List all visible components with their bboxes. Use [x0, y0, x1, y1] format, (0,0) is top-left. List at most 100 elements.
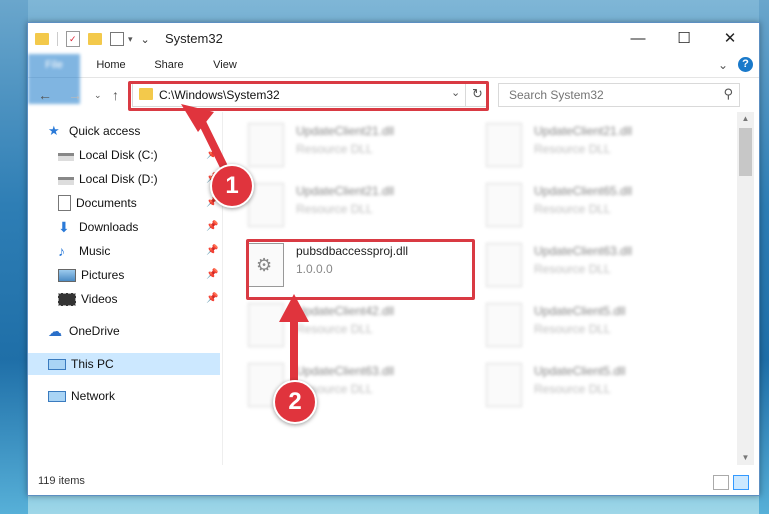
sidebar-item-label: Videos — [81, 292, 118, 306]
folder-icon[interactable] — [35, 33, 49, 45]
file-description: Resource DLL — [534, 262, 611, 276]
file-item[interactable]: UpdateClient5.dll Resource DLL — [486, 301, 696, 351]
pin-icon[interactable]: 📌 — [206, 245, 218, 256]
recent-locations-icon[interactable]: ⌄ — [94, 90, 102, 101]
sidebar-item-onedrive[interactable]: ☁ OneDrive — [48, 320, 120, 342]
up-arrow-icon[interactable]: ↑ — [112, 87, 119, 103]
new-folder-icon[interactable] — [88, 33, 102, 45]
sidebar-item-label: Network — [71, 389, 116, 403]
file-description: Resource DLL — [534, 382, 611, 396]
download-icon: ⬇ — [58, 219, 70, 235]
sidebar-item-network[interactable]: Network — [48, 385, 115, 407]
navigation-pane: ★ Quick access Local Disk (C:) 📌 Local D… — [28, 112, 223, 465]
computer-icon — [48, 359, 66, 370]
window-title: System32 — [165, 31, 223, 46]
sidebar-item-quick-access[interactable]: ★ Quick access — [48, 120, 140, 142]
file-description: Resource DLL — [296, 142, 373, 156]
maximize-button[interactable]: ☐ — [661, 23, 707, 53]
sidebar-item-downloads[interactable]: ⬇ Downloads — [58, 216, 138, 238]
dll-file-icon — [486, 123, 522, 167]
search-box[interactable]: ⚲ — [498, 83, 740, 107]
vertical-scrollbar[interactable]: ▲ ▼ — [737, 112, 754, 465]
sidebar-item-label: Downloads — [79, 220, 139, 234]
sidebar-item-this-pc[interactable]: This PC — [48, 353, 114, 375]
properties-icon[interactable]: ✓ — [66, 31, 80, 47]
file-name: UpdateClient63.dll — [534, 244, 633, 258]
network-icon — [48, 391, 66, 402]
ribbon-tabs: File Home Share View ⌄ ? — [28, 54, 759, 104]
search-icon[interactable]: ⚲ — [723, 86, 733, 102]
file-description: Resource DLL — [296, 202, 373, 216]
ribbon-controls: ⌄ ? — [718, 57, 753, 72]
search-input[interactable] — [507, 87, 711, 103]
scroll-down-icon[interactable]: ▼ — [737, 451, 754, 465]
pin-icon[interactable]: 📌 — [206, 221, 218, 232]
navigation-bar: ← → ⌄ ↑ C:\Windows\System32 ⌄ ↻ ⚲ — [28, 78, 759, 112]
dll-file-icon — [486, 363, 522, 407]
quick-access-toolbar: ✓ ▾ ⌄ — [35, 30, 150, 48]
status-bar: 119 items — [28, 472, 759, 494]
ribbon-collapse-icon[interactable]: ⌄ — [718, 58, 728, 72]
videos-icon — [58, 292, 76, 306]
file-name: UpdateClient21.dll — [534, 124, 633, 138]
forward-arrow-icon[interactable]: → — [68, 87, 82, 103]
sidebar-item-label: Local Disk (C:) — [79, 148, 158, 162]
scroll-thumb[interactable] — [739, 128, 752, 176]
pin-icon[interactable]: 📌 — [206, 149, 218, 160]
callout-badge-one: 1 — [210, 164, 254, 208]
toolbar-menu-icon[interactable]: ⌄ — [141, 33, 150, 46]
file-item[interactable]: UpdateClient65.dll Resource DLL — [486, 181, 696, 231]
chevron-down-icon[interactable]: ▾ — [128, 34, 133, 45]
file-item[interactable]: UpdateClient21.dll Resource DLL — [486, 121, 696, 171]
view-buttons — [713, 475, 749, 490]
sidebar-item-pictures[interactable]: Pictures — [58, 264, 124, 286]
file-item[interactable]: UpdateClient21.dll Resource DLL — [248, 121, 458, 171]
tab-home[interactable]: Home — [86, 54, 136, 77]
dll-file-icon — [486, 183, 522, 227]
close-button[interactable]: ✕ — [707, 23, 753, 53]
sidebar-item-videos[interactable]: Videos — [58, 288, 117, 310]
sidebar-item-local-disk-c[interactable]: Local Disk (C:) — [58, 144, 158, 166]
back-arrow-icon[interactable]: ← — [38, 87, 52, 103]
sidebar-item-documents[interactable]: Documents — [58, 192, 137, 214]
large-icons-view-icon[interactable] — [733, 475, 749, 490]
item-count: 119 items — [38, 475, 85, 487]
file-description: Resource DLL — [534, 202, 611, 216]
pin-icon[interactable]: 📌 — [206, 269, 218, 280]
file-item[interactable]: UpdateClient21.dll Resource DLL — [248, 181, 458, 231]
file-name: UpdateClient21.dll — [296, 184, 395, 198]
toolbar-divider — [57, 32, 58, 46]
file-description: Resource DLL — [534, 142, 611, 156]
file-item[interactable]: UpdateClient63.dll Resource DLL — [486, 241, 696, 291]
drive-icon — [58, 152, 74, 161]
file-name: UpdateClient5.dll — [534, 304, 626, 318]
sidebar-item-music[interactable]: ♪ Music — [58, 240, 110, 262]
sidebar-item-local-disk-d[interactable]: Local Disk (D:) — [58, 168, 158, 190]
sidebar-item-label: Documents — [76, 196, 137, 210]
sidebar-item-label: Quick access — [69, 124, 141, 138]
file-item[interactable]: UpdateClient42.dll Resource DLL — [248, 301, 458, 351]
desktop-background-left — [0, 0, 28, 514]
title-bar: ✓ ▾ ⌄ System32 — ☐ ✕ — [28, 23, 759, 54]
file-item[interactable]: UpdateClient5.dll Resource DLL — [486, 361, 696, 411]
pin-icon[interactable]: 📌 — [206, 293, 218, 304]
minimize-button[interactable]: — — [615, 23, 661, 53]
file-description: Resource DLL — [534, 322, 611, 336]
customize-toolbar-icon[interactable] — [110, 32, 124, 46]
dll-file-icon — [486, 243, 522, 287]
file-name: UpdateClient42.dll — [296, 304, 395, 318]
file-name: UpdateClient63.dll — [296, 364, 395, 378]
explorer-window: ✓ ▾ ⌄ System32 — ☐ ✕ File Home Share Vie… — [27, 22, 760, 496]
address-bar-highlight — [128, 81, 489, 111]
file-name: UpdateClient5.dll — [534, 364, 626, 378]
dll-file-icon — [486, 303, 522, 347]
documents-icon — [58, 195, 71, 211]
file-name: UpdateClient21.dll — [296, 124, 395, 138]
pictures-icon — [58, 268, 76, 282]
tab-share[interactable]: Share — [144, 54, 194, 77]
scroll-up-icon[interactable]: ▲ — [737, 112, 754, 126]
help-icon[interactable]: ? — [738, 57, 753, 72]
details-view-icon[interactable] — [713, 475, 729, 490]
tab-view[interactable]: View — [200, 54, 250, 77]
music-icon: ♪ — [58, 243, 65, 259]
